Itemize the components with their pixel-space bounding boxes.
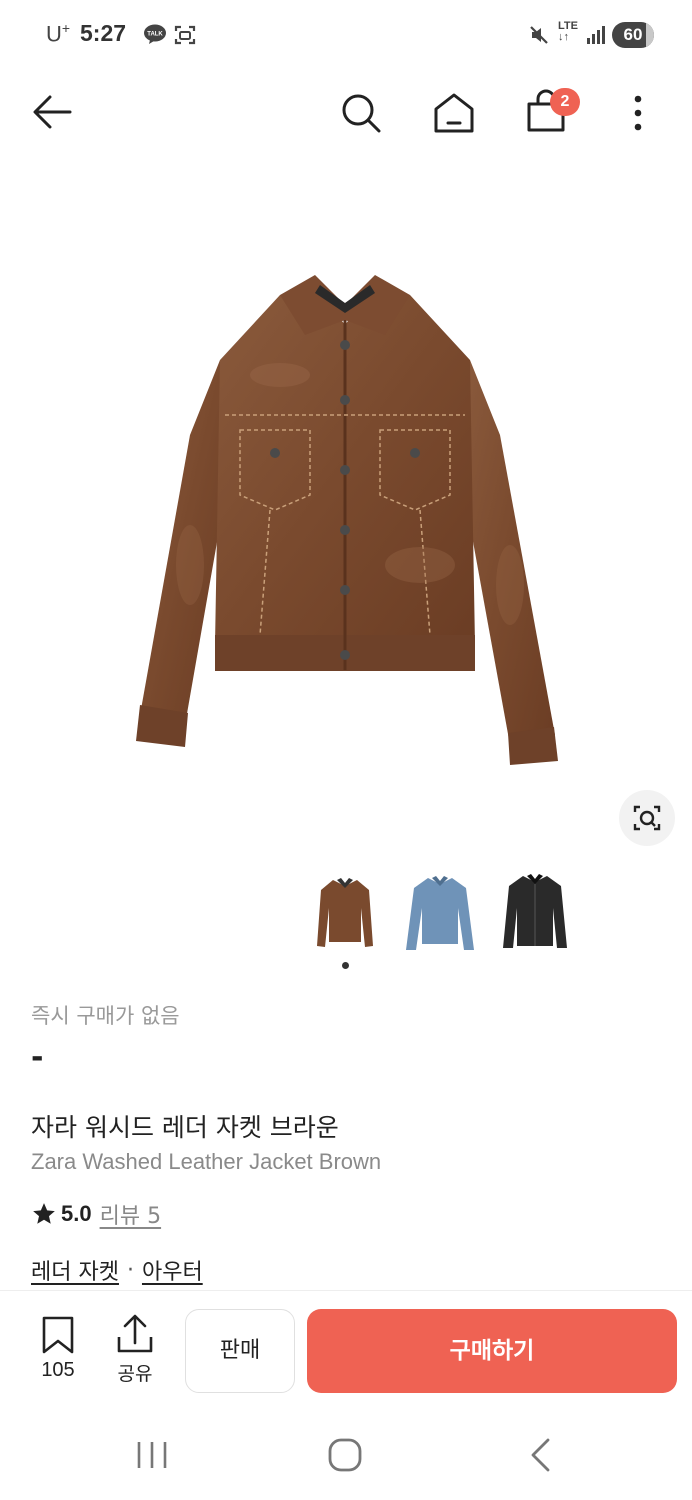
cart-count-badge: 2 — [550, 88, 580, 116]
category-link-leather-jacket[interactable]: 레더 자켓 — [31, 1254, 119, 1286]
product-title-en: Zara Washed Leather Jacket Brown — [31, 1149, 382, 1174]
bookmark-count: 105 — [41, 1359, 75, 1381]
category-link-outer[interactable]: 아우터 — [142, 1254, 203, 1286]
share-icon — [117, 1314, 153, 1353]
back-arrow-icon[interactable] — [30, 92, 76, 132]
carousel-indicator — [342, 962, 349, 969]
cart-button[interactable]: 2 — [522, 86, 580, 136]
rating-row: 5.0 리뷰 5 — [31, 1198, 161, 1230]
image-search-button[interactable] — [619, 790, 675, 846]
bookmark-button[interactable]: 105 — [28, 1315, 88, 1385]
search-icon[interactable] — [338, 90, 384, 136]
home-icon[interactable] — [430, 90, 478, 136]
home-circle-icon[interactable] — [326, 1436, 364, 1474]
system-nav-bar — [0, 1410, 692, 1500]
share-label: 공유 — [117, 1363, 153, 1385]
instant-buy-status: 즉시 구매가 없음 — [31, 1004, 180, 1028]
status-bar: U+ 5:27 TALK LTE ↓↑ 60 — [0, 0, 692, 72]
category-separator: · — [126, 1257, 134, 1283]
share-button[interactable]: 공유 — [105, 1313, 165, 1385]
carrier-label: U+ — [46, 20, 71, 47]
buy-button[interactable]: 구매하기 — [307, 1309, 677, 1393]
battery-indicator: 60 — [612, 22, 654, 48]
image-search-icon — [633, 805, 661, 831]
price: - — [31, 1040, 44, 1075]
mute-icon — [530, 26, 548, 44]
product-main-image[interactable] — [130, 265, 560, 765]
svg-text:TALK: TALK — [147, 32, 163, 38]
review-link[interactable]: 리뷰 5 — [100, 1198, 161, 1230]
thumbnail-brown[interactable] — [305, 868, 385, 958]
star-icon — [33, 1203, 55, 1224]
category-row: 레더 자켓 · 아우터 — [31, 1254, 203, 1286]
bookmark-icon — [42, 1316, 74, 1354]
signal-icon — [587, 26, 605, 44]
talk-icon: TALK — [144, 24, 166, 44]
color-thumbnails — [305, 868, 585, 958]
rating-value: 5.0 — [61, 1201, 92, 1226]
sell-button[interactable]: 판매 — [185, 1309, 295, 1393]
thumbnail-blue[interactable] — [400, 868, 480, 958]
product-title-ko: 자라 워시드 레더 자켓 브라운 — [31, 1113, 339, 1142]
screen-capture-icon — [174, 25, 196, 45]
app-bar: 2 — [0, 72, 692, 152]
recent-apps-icon[interactable] — [130, 1438, 174, 1472]
more-vertical-icon[interactable] — [624, 90, 652, 136]
thumbnail-black[interactable] — [495, 868, 575, 958]
bottom-action-bar: 105 공유 판매 구매하기 — [0, 1290, 692, 1410]
back-chevron-icon[interactable] — [526, 1436, 554, 1474]
clock: 5:27 — [80, 20, 127, 46]
network-label: LTE ↓↑ — [558, 20, 578, 43]
